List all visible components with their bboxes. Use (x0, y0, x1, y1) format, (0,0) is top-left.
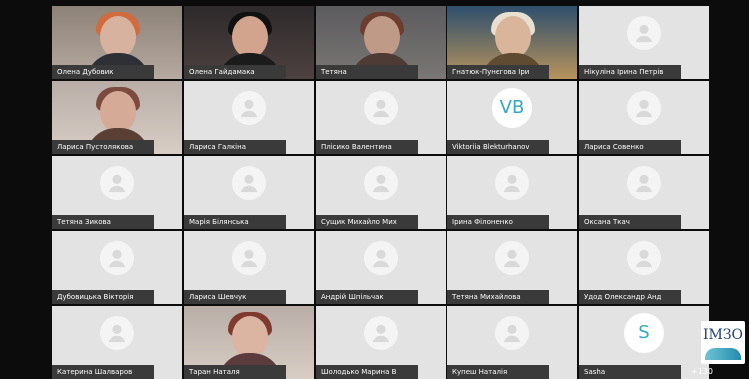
user-silhouette-icon (635, 174, 653, 193)
user-silhouette-icon (240, 174, 258, 193)
participant-tile[interactable]: Нікуліна Ірина Петрів (579, 6, 709, 79)
participant-initials: S (624, 313, 664, 353)
user-placeholder-icon (627, 166, 661, 200)
user-placeholder-icon (100, 166, 134, 200)
user-silhouette-icon (372, 174, 390, 193)
organization-logo: ІМЗО (701, 321, 745, 364)
logo-text: ІМЗО (702, 327, 744, 343)
user-silhouette-icon (503, 324, 521, 343)
participant-name: Лариса Шевчук (184, 290, 286, 304)
participant-name: Сущик Михайло Мих (316, 215, 418, 229)
participant-name: Плісико Валентина (316, 140, 418, 154)
participant-tile[interactable]: Олена Дубовик (52, 6, 182, 79)
participant-name: Тетяна Зикова (52, 215, 154, 229)
participant-name: Оксана Ткач (579, 215, 681, 229)
user-placeholder-icon (100, 316, 134, 350)
overflow-count[interactable]: +130 (691, 366, 713, 378)
participant-name: Шолодько Марина В (316, 365, 418, 379)
participant-initials: VB (492, 88, 532, 128)
participant-name: Лариса Совенко (579, 140, 681, 154)
user-silhouette-icon (372, 324, 390, 343)
user-silhouette-icon (635, 99, 653, 118)
participant-name: Олена Гайдамака (184, 65, 286, 79)
participant-name: Тетяна (316, 65, 418, 79)
participant-name: Лариса Пустолякова (52, 140, 154, 154)
participant-name: Марія Білянська (184, 215, 286, 229)
user-silhouette-icon (503, 174, 521, 193)
participant-video-face (495, 16, 531, 58)
participant-video-face (232, 16, 268, 58)
participant-tile[interactable]: Гнатюк-Пунєгова Іри (447, 6, 577, 79)
participant-tile[interactable]: Олена Гайдамака (184, 6, 314, 79)
participant-video-face (232, 316, 268, 358)
participant-name: Sasha (579, 365, 681, 379)
participant-name: Таран Наталя (184, 365, 286, 379)
participant-tile[interactable]: Таран Наталя (184, 306, 314, 379)
user-placeholder-icon (364, 166, 398, 200)
participant-video-face (100, 16, 136, 58)
user-placeholder-icon (495, 316, 529, 350)
participant-name: Андрій Шпільчак (316, 290, 418, 304)
participant-name: Удод Олександр Анд (579, 290, 681, 304)
user-placeholder-icon (364, 91, 398, 125)
participant-name: Катерина Шалваров (52, 365, 154, 379)
user-silhouette-icon (372, 99, 390, 118)
participant-tile[interactable]: S Sasha (579, 306, 709, 379)
participant-tile[interactable]: VB Viktoriia Blekturhanov (447, 81, 577, 154)
participant-tile[interactable]: Тетяна Зикова (52, 156, 182, 229)
user-placeholder-icon (364, 241, 398, 275)
participant-name: Гнатюк-Пунєгова Іри (447, 65, 549, 79)
user-silhouette-icon (240, 249, 258, 268)
participant-tile[interactable]: Андрій Шпільчак (316, 231, 446, 304)
participant-tile[interactable]: Ірина Філоненко (447, 156, 577, 229)
user-placeholder-icon (232, 91, 266, 125)
user-placeholder-icon (232, 241, 266, 275)
participant-grid: Олена Дубовик Олена Гайдамака Тетяна Гна… (0, 0, 749, 379)
user-silhouette-icon (108, 249, 126, 268)
participant-tile[interactable]: Марія Білянська (184, 156, 314, 229)
participant-name: Тетяна Михайлова (447, 290, 549, 304)
participant-tile[interactable]: Тетяна (316, 6, 446, 79)
participant-tile[interactable]: Плісико Валентина (316, 81, 446, 154)
participant-name: Viktoriia Blekturhanov (447, 140, 549, 154)
participant-tile[interactable]: Удод Олександр Анд (579, 231, 709, 304)
user-silhouette-icon (635, 24, 653, 43)
user-silhouette-icon (108, 174, 126, 193)
participant-tile[interactable]: Купеш Наталія (447, 306, 577, 379)
user-placeholder-icon (627, 241, 661, 275)
participant-tile[interactable]: Лариса Галкіна (184, 81, 314, 154)
participant-tile[interactable]: Дубовицька Вікторія (52, 231, 182, 304)
user-silhouette-icon (240, 99, 258, 118)
user-silhouette-icon (372, 249, 390, 268)
participant-tile[interactable]: Сущик Михайло Мих (316, 156, 446, 229)
user-placeholder-icon (495, 241, 529, 275)
participant-tile[interactable]: Лариса Совенко (579, 81, 709, 154)
user-silhouette-icon (108, 324, 126, 343)
user-placeholder-icon (232, 166, 266, 200)
user-placeholder-icon (100, 241, 134, 275)
participant-tile[interactable]: Оксана Ткач (579, 156, 709, 229)
participant-name: Дубовицька Вікторія (52, 290, 154, 304)
participant-tile[interactable]: Катерина Шалваров (52, 306, 182, 379)
participant-name: Ірина Філоненко (447, 215, 549, 229)
participant-video-face (364, 16, 400, 58)
user-silhouette-icon (635, 249, 653, 268)
participant-tile[interactable]: Лариса Пустолякова (52, 81, 182, 154)
participant-name: Нікуліна Ірина Петрів (579, 65, 681, 79)
user-placeholder-icon (495, 166, 529, 200)
user-placeholder-icon (627, 16, 661, 50)
participant-name: Лариса Галкіна (184, 140, 286, 154)
participant-video-face (100, 91, 136, 133)
user-placeholder-icon (364, 316, 398, 350)
participant-tile[interactable]: Лариса Шевчук (184, 231, 314, 304)
participant-tile[interactable]: Шолодько Марина В (316, 306, 446, 379)
user-silhouette-icon (503, 249, 521, 268)
logo-wave-icon (705, 348, 741, 360)
participant-name: Олена Дубовик (52, 65, 154, 79)
participant-name: Купеш Наталія (447, 365, 549, 379)
participant-tile[interactable]: Тетяна Михайлова (447, 231, 577, 304)
user-placeholder-icon (627, 91, 661, 125)
